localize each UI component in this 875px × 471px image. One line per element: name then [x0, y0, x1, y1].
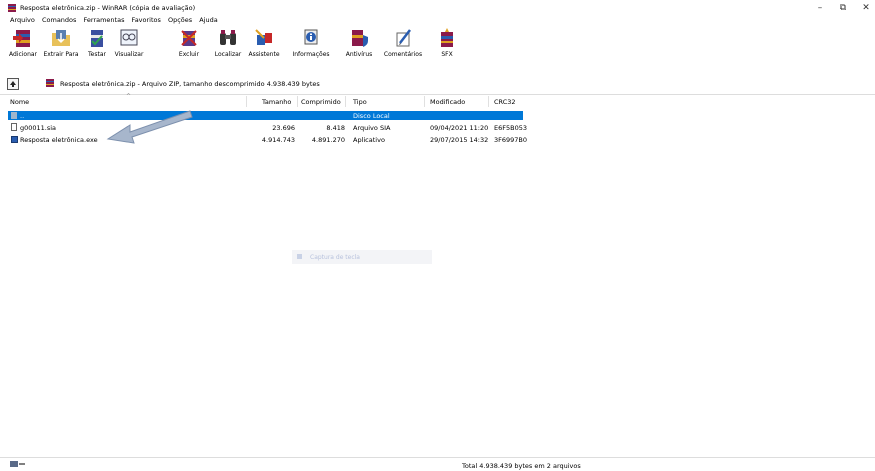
sfx-button[interactable]: SFX: [436, 27, 458, 67]
info-label: Informações: [292, 51, 330, 58]
column-header-size[interactable]: Tamanho: [262, 98, 291, 106]
column-header-type[interactable]: Tipo: [353, 98, 367, 106]
antivirus-button[interactable]: Antivírus: [343, 27, 375, 67]
annotation-arrow-icon: [106, 110, 193, 144]
view-label: Visualizar: [114, 51, 144, 58]
table-row-parent[interactable]: [8, 111, 523, 120]
sfx-label: SFX: [441, 51, 453, 58]
menu-bar: Arquivo Comandos Ferramentas Favoritos O…: [10, 16, 223, 26]
menu-ferramentas[interactable]: Ferramentas: [84, 16, 125, 24]
file-packed: 4.891.270: [311, 136, 345, 144]
info-icon: [304, 29, 318, 45]
binoculars-icon: [220, 30, 236, 45]
file-packed: 8.418: [326, 124, 345, 132]
restore-button[interactable]: ⧉: [836, 2, 850, 14]
file-size: 23.696: [272, 124, 295, 132]
archive-path: Resposta eletrônica.zip - Arquivo ZIP, t…: [60, 80, 320, 88]
status-text: Total 4.938.439 bytes em 2 arquivos: [462, 462, 581, 470]
antivirus-label: Antivírus: [345, 51, 373, 58]
file-modified: 09/04/2021 11:20: [430, 124, 489, 132]
delete-button[interactable]: Excluir: [176, 27, 202, 67]
sfx-icon: [441, 28, 453, 47]
column-divider[interactable]: [297, 96, 298, 107]
file-icon: [11, 123, 17, 131]
column-divider[interactable]: [345, 96, 346, 107]
menu-arquivo[interactable]: Arquivo: [10, 16, 35, 24]
test-label: Testar: [88, 51, 106, 58]
exe-icon: [11, 136, 18, 143]
sort-chevron-icon: ^: [126, 93, 132, 100]
file-crc: E6F5B053: [494, 124, 527, 132]
toolbar: Adicionar Extrair Para Testar Visualizar…: [0, 27, 875, 67]
column-header-crc[interactable]: CRC32: [494, 98, 516, 106]
column-divider[interactable]: [488, 96, 489, 107]
column-divider[interactable]: [246, 96, 247, 107]
comment-icon: [396, 29, 411, 47]
menu-comandos[interactable]: Comandos: [42, 16, 76, 24]
column-header-name[interactable]: Nome: [10, 98, 29, 106]
menu-ajuda[interactable]: Ajuda: [199, 16, 217, 24]
delete-icon: [181, 30, 197, 46]
column-header-modified[interactable]: Modificado: [430, 98, 465, 106]
parent-row-type: Disco Local: [353, 112, 390, 120]
drive-icon: [11, 112, 17, 119]
file-list[interactable]: [0, 94, 875, 458]
view-button[interactable]: Visualizar: [111, 27, 147, 67]
file-type: Aplicativo: [353, 136, 385, 144]
window-title: Resposta eletrônica.zip - WinRAR (cópia …: [20, 4, 196, 12]
find-button[interactable]: Localizar: [211, 27, 245, 67]
wizard-icon: [255, 29, 272, 45]
add-archive-icon: [13, 30, 30, 47]
parent-row-name: ..: [20, 112, 25, 120]
delete-label: Excluir: [178, 51, 200, 58]
extract-folder-icon: [52, 30, 70, 46]
wizard-button[interactable]: Assistente: [246, 27, 282, 67]
up-folder-button[interactable]: [7, 78, 19, 90]
info-button[interactable]: Informações: [288, 27, 334, 67]
extract-label: Extrair Para: [43, 51, 79, 58]
view-icon: [120, 29, 138, 46]
file-size: 4.914.743: [261, 136, 295, 144]
minimize-button[interactable]: –: [813, 2, 827, 14]
add-button[interactable]: Adicionar: [6, 27, 40, 67]
wizard-label: Assistente: [248, 51, 280, 58]
file-name[interactable]: Resposta eletrônica.exe: [20, 136, 98, 144]
comment-label: Comentários: [383, 51, 423, 58]
column-header-packed[interactable]: Comprimido: [301, 98, 341, 106]
file-type: Arquivo SIA: [353, 124, 391, 132]
add-label: Adicionar: [8, 51, 38, 58]
up-arrow-icon: [10, 81, 16, 87]
archive-icon: [46, 79, 54, 89]
status-bar: [0, 459, 875, 471]
antivirus-icon: [352, 30, 368, 47]
comment-button[interactable]: Comentários: [380, 27, 426, 67]
menu-opcoes[interactable]: Opções: [168, 16, 192, 24]
file-name[interactable]: g00011.sia: [20, 124, 56, 132]
winrar-app-icon: [8, 4, 16, 12]
column-divider[interactable]: [424, 96, 425, 107]
find-label: Localizar: [214, 51, 242, 58]
menu-favoritos[interactable]: Favoritos: [132, 16, 161, 24]
file-modified: 29/07/2015 14:32: [430, 136, 489, 144]
extract-button[interactable]: Extrair Para: [43, 27, 79, 67]
keyboard-icon: [297, 254, 302, 259]
faded-overlay-label: Captura de tecla: [310, 254, 360, 261]
test-icon: [91, 30, 103, 47]
file-crc: 3F6997B0: [494, 136, 528, 144]
close-button[interactable]: ✕: [859, 2, 873, 14]
test-button[interactable]: Testar: [82, 27, 112, 67]
drive-status-icon[interactable]: [10, 461, 26, 469]
